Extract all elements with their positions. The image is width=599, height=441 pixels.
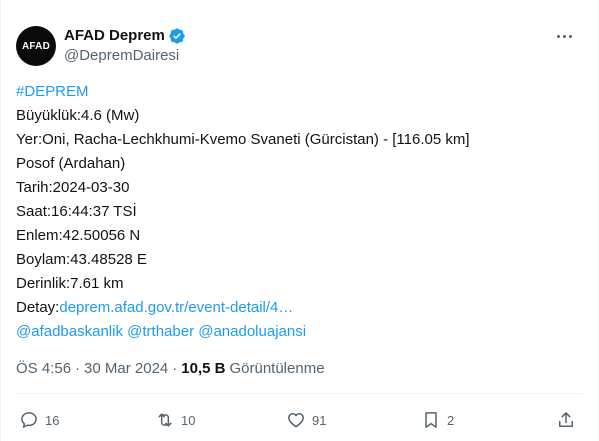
verified-badge-icon[interactable] <box>168 27 186 45</box>
tweet-line-location-2: Posof (Ardahan) <box>16 155 126 172</box>
bookmark-icon <box>425 412 437 428</box>
avatar[interactable]: AFAD <box>16 26 56 66</box>
tweet-date[interactable]: 30 Mar 2024 <box>84 360 168 377</box>
tweet-meta: ÖS 4:56 · 30 Mar 2024 · 10,5 B Görüntüle… <box>16 360 325 377</box>
mention-link[interactable]: @anadoluajansi <box>198 323 306 340</box>
user-handle[interactable]: @DepremDairesi <box>64 46 186 66</box>
mentions-line: @afadbaskanlik @trthaber @anadoluajansi <box>16 320 583 344</box>
tweet-text: #DEPREM Büyüklük:4.6 (Mw) Yer:Oni, Racha… <box>16 80 583 344</box>
display-name[interactable]: AFAD Deprem <box>64 26 165 46</box>
divider <box>16 393 583 394</box>
tweet-header: AFAD AFAD Deprem @DepremDairesi <box>16 24 583 68</box>
name-row: AFAD Deprem <box>64 26 186 46</box>
detail-link[interactable]: deprem.afad.gov.tr/event-detail/4… <box>59 299 293 316</box>
bookmark-button[interactable]: 2 <box>421 406 454 434</box>
heart-icon <box>288 413 304 428</box>
bookmark-count: 2 <box>447 412 455 428</box>
reply-count: 16 <box>45 412 60 428</box>
reply-button[interactable]: 16 <box>19 406 59 434</box>
retweet-button[interactable]: 10 <box>155 406 195 434</box>
tweet-line-depth: Derinlik:7.61 km <box>16 275 124 292</box>
avatar-text: AFAD <box>21 40 51 52</box>
left-border <box>0 0 1 441</box>
action-bar: 16 10 91 2 <box>16 406 583 434</box>
retweet-icon <box>158 413 172 427</box>
tweet-card: AFAD AFAD Deprem @DepremDairesi #DEPREM … <box>0 0 599 441</box>
more-options-icon[interactable] <box>549 26 579 46</box>
tweet-line-location: Yer:Oni, Racha-Lechkhumi-Kvemo Svaneti (… <box>16 131 470 148</box>
mention-link[interactable]: @trthaber <box>127 323 194 340</box>
tweet-line-magnitude: Büyüklük:4.6 (Mw) <box>16 107 140 124</box>
like-count: 91 <box>312 412 327 428</box>
tweet-line-time: Saat:16:44:37 TSİ <box>16 203 137 220</box>
share-button[interactable] <box>556 406 576 434</box>
tweet-line-latitude: Enlem:42.50056 N <box>16 227 141 244</box>
views-count: 10,5 B <box>181 360 226 377</box>
like-button[interactable]: 91 <box>286 406 326 434</box>
hashtag-link[interactable]: #DEPREM <box>16 83 89 100</box>
author-names: AFAD Deprem @DepremDairesi <box>64 26 186 66</box>
reply-icon <box>21 412 37 428</box>
meta-separator: · <box>75 360 81 377</box>
meta-separator: · <box>172 360 178 377</box>
tweet-time[interactable]: ÖS 4:56 <box>16 360 71 377</box>
tweet-line-detail: Detay:deprem.afad.gov.tr/event-detail/4… <box>16 296 583 320</box>
tweet-line-longitude: Boylam:43.48528 E <box>16 251 147 268</box>
mention-link[interactable]: @afadbaskanlik <box>16 323 123 340</box>
retweet-count: 10 <box>181 412 196 428</box>
views-label: Görüntülenme <box>229 360 325 377</box>
share-icon <box>559 412 573 427</box>
tweet-line-date: Tarih:2024-03-30 <box>16 179 130 196</box>
detail-label: Detay: <box>16 299 60 316</box>
